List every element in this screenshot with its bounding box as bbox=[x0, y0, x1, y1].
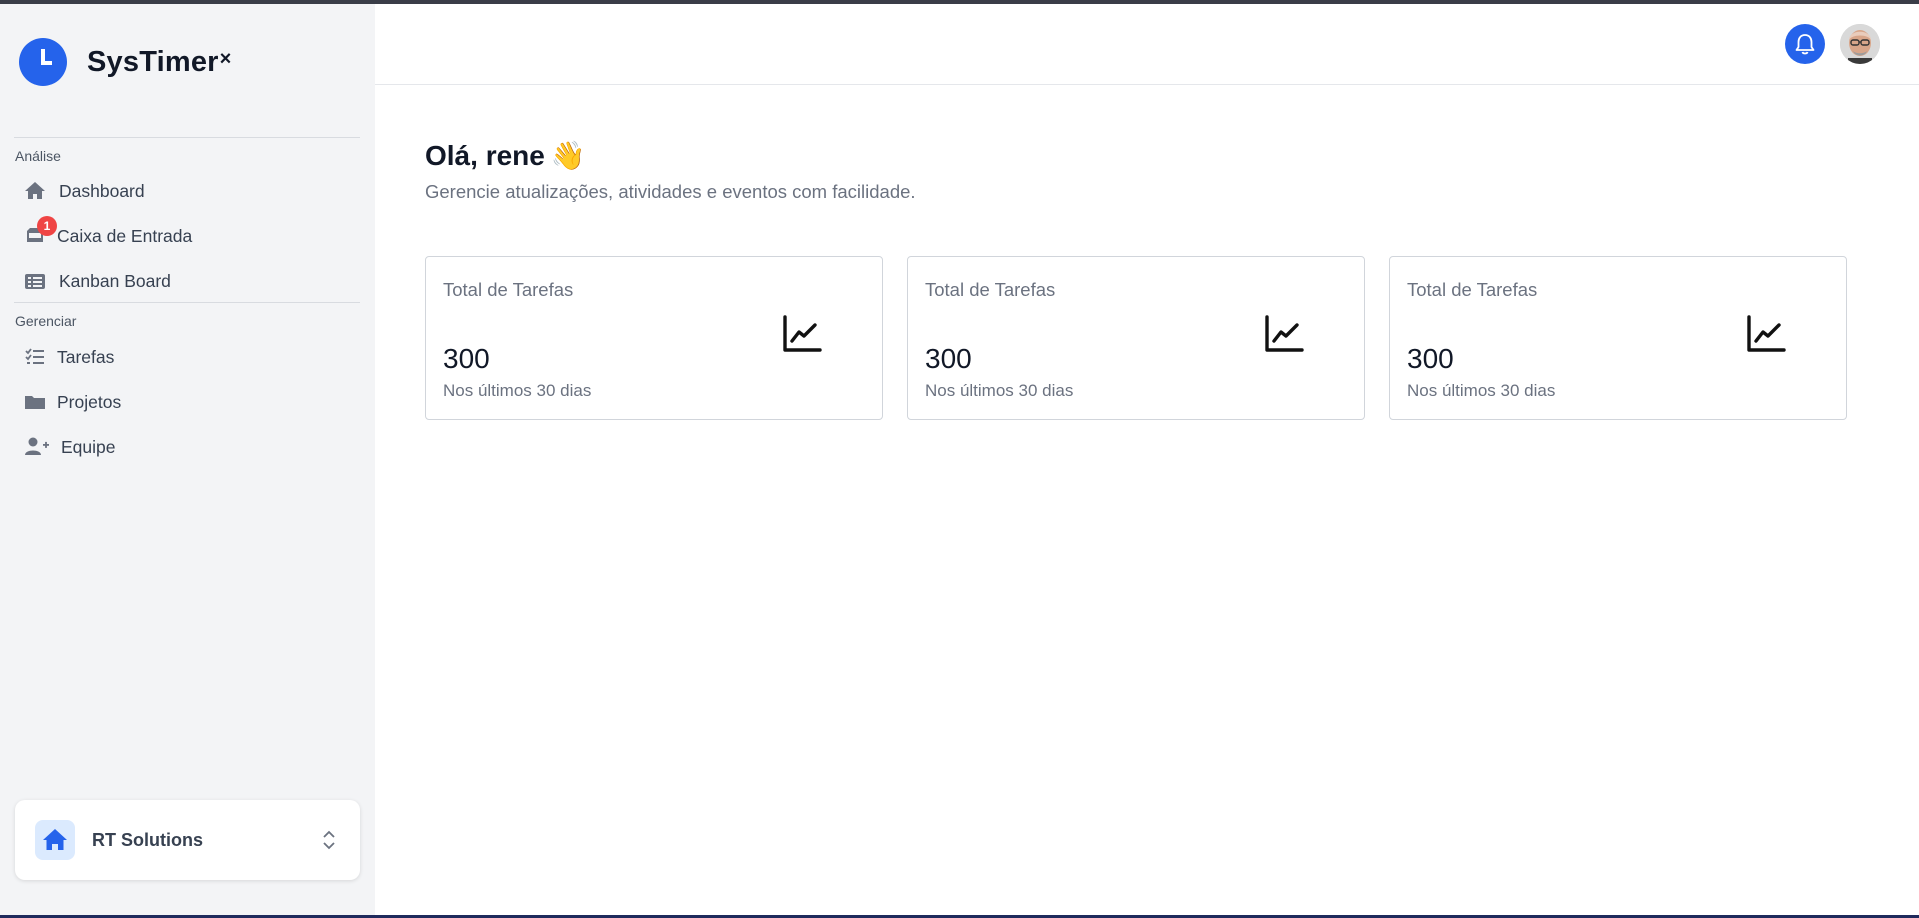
stat-card-value: 300 bbox=[443, 343, 490, 374]
sidebar-item-kanban[interactable]: Kanban Board bbox=[24, 266, 171, 296]
sidebar-divider bbox=[14, 302, 360, 303]
clock-logo-icon bbox=[19, 38, 67, 86]
sidebar-divider bbox=[14, 137, 360, 138]
stat-card-value: 300 bbox=[1407, 343, 1454, 374]
app-name: SysTimer× bbox=[87, 46, 232, 79]
sidebar-item-tasks[interactable]: Tarefas bbox=[24, 342, 114, 372]
sidebar: SysTimer× Análise Dashboard 1 Caixa de E… bbox=[0, 4, 375, 915]
page-title: Olá, rene 👋 bbox=[425, 139, 586, 172]
workspace-switcher[interactable]: RT Solutions bbox=[15, 800, 360, 880]
stat-card-title: Total de Tarefas bbox=[1407, 279, 1538, 300]
trend-up-icon bbox=[782, 315, 822, 358]
stat-card: Total de Tarefas 300 Nos últimos 30 dias bbox=[1389, 256, 1847, 420]
inbox-icon: 1 bbox=[24, 216, 57, 247]
sidebar-item-label: Projetos bbox=[57, 391, 122, 412]
notifications-button[interactable] bbox=[1785, 24, 1825, 64]
sidebar-item-label: Dashboard bbox=[59, 180, 145, 201]
home-icon bbox=[24, 180, 46, 202]
page-subtitle: Gerencie atualizações, atividades e even… bbox=[425, 181, 916, 202]
app-name-suffix: × bbox=[219, 47, 232, 70]
user-avatar[interactable] bbox=[1840, 24, 1880, 64]
tasks-icon bbox=[24, 346, 46, 368]
greeting-text: Olá, rene bbox=[425, 140, 545, 171]
avatar-image bbox=[1840, 24, 1880, 64]
stat-card-value: 300 bbox=[925, 343, 972, 374]
stat-card: Total de Tarefas 300 Nos últimos 30 dias bbox=[907, 256, 1365, 420]
sidebar-item-team[interactable]: Equipe bbox=[24, 432, 116, 462]
app-name-text: SysTimer bbox=[87, 45, 219, 78]
bell-icon bbox=[1795, 34, 1815, 55]
trend-up-icon bbox=[1746, 315, 1786, 358]
add-user-icon bbox=[24, 436, 50, 458]
stat-card-subtitle: Nos últimos 30 dias bbox=[925, 381, 1074, 400]
stat-card-subtitle: Nos últimos 30 dias bbox=[443, 381, 592, 400]
chevron-up-down-icon bbox=[322, 830, 336, 855]
stat-card-subtitle: Nos últimos 30 dias bbox=[1407, 381, 1556, 400]
sidebar-item-inbox[interactable]: 1 Caixa de Entrada bbox=[24, 216, 193, 251]
sidebar-item-label: Kanban Board bbox=[59, 270, 171, 291]
sidebar-item-dashboard[interactable]: Dashboard bbox=[24, 176, 145, 206]
list-icon bbox=[24, 270, 46, 292]
sidebar-item-label: Caixa de Entrada bbox=[57, 225, 193, 246]
top-header bbox=[375, 4, 1919, 85]
workspace-home-icon bbox=[35, 820, 75, 860]
workspace-name: RT Solutions bbox=[92, 829, 203, 850]
trend-up-icon bbox=[1264, 315, 1304, 358]
stat-card-title: Total de Tarefas bbox=[443, 279, 574, 300]
sidebar-item-projects[interactable]: Projetos bbox=[24, 387, 121, 417]
inbox-badge: 1 bbox=[37, 216, 57, 236]
sidebar-item-label: Equipe bbox=[61, 436, 116, 457]
stat-card: Total de Tarefas 300 Nos últimos 30 dias bbox=[425, 256, 883, 420]
section-label-gerenciar: Gerenciar bbox=[15, 313, 77, 329]
sidebar-item-label: Tarefas bbox=[57, 346, 115, 367]
section-label-analise: Análise bbox=[15, 148, 61, 164]
wave-emoji: 👋 bbox=[550, 140, 586, 171]
stat-card-title: Total de Tarefas bbox=[925, 279, 1056, 300]
folder-icon bbox=[24, 391, 46, 413]
brand[interactable]: SysTimer× bbox=[19, 38, 232, 86]
